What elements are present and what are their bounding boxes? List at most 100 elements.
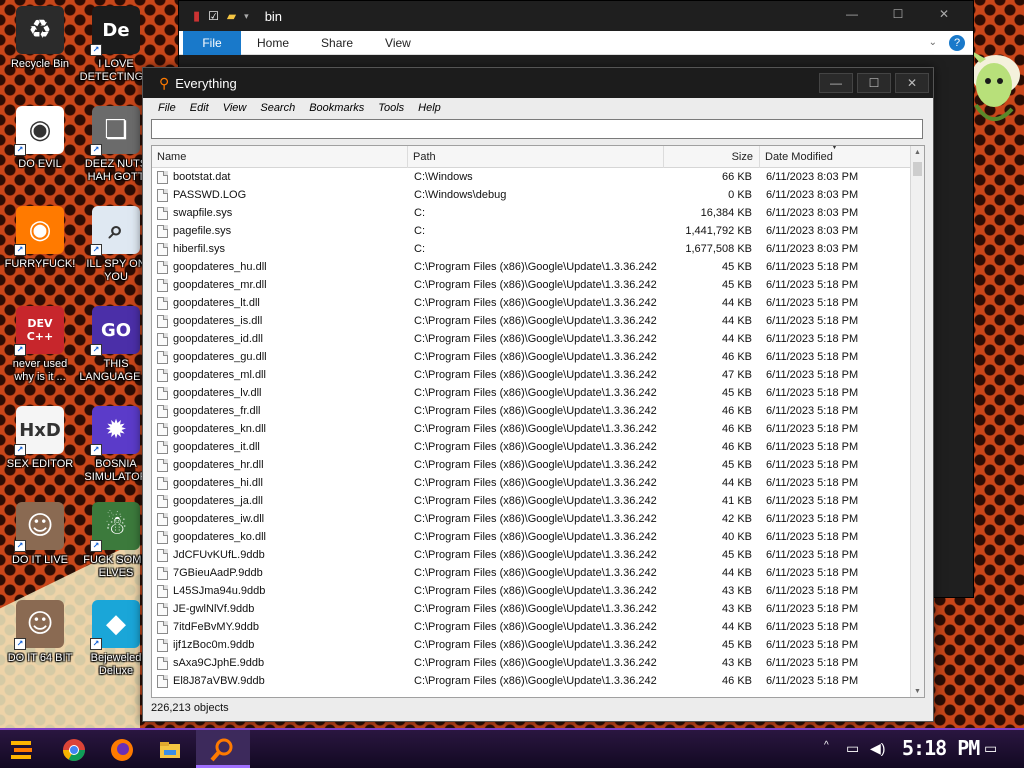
table-row[interactable]: goopdateres_hu.dll C:\Program Files (x86)… xyxy=(152,258,912,276)
cell-date-modified: 6/11/2023 5:18 PM xyxy=(766,549,859,561)
quick-access-properties-icon[interactable]: ☑ xyxy=(208,9,219,23)
vertical-scrollbar[interactable]: ▲ ▼ xyxy=(910,146,924,697)
results-list[interactable]: Name Path Size Date Modified ▼ bootstat.… xyxy=(151,145,925,698)
menu-search[interactable]: Search xyxy=(253,102,302,114)
search-input[interactable] xyxy=(151,119,923,139)
never-used-why-is-it-icon: DEV C++ ↗ xyxy=(14,306,64,356)
menu-edit[interactable]: Edit xyxy=(183,102,216,114)
quick-access-dropdown-icon[interactable]: ▾ xyxy=(244,11,249,22)
explorer-ribbon: File Home Share View ⌄ ? xyxy=(179,30,973,55)
cell-size: 45 KB xyxy=(722,261,752,273)
start-menu-icon[interactable] xyxy=(8,736,36,764)
table-row[interactable]: PASSWD.LOG C:\Windows\debug 0 KB 6/11/2023 … xyxy=(152,186,912,204)
table-row[interactable]: ijf1zBoc0m.9ddb C:\Program Files (x86)\Go… xyxy=(152,636,912,654)
desktop-icon-label: DO EVIL xyxy=(18,158,62,170)
desktop-icon-do-evil[interactable]: ◉ ↗ DO EVIL xyxy=(0,106,80,171)
desktop-icon-do-it-64-bit[interactable]: ☺ ↗ DO IT 64 BIT xyxy=(0,600,80,665)
menu-file[interactable]: File xyxy=(151,102,183,114)
ribbon-expand-icon[interactable]: ⌄ xyxy=(929,37,937,48)
table-row[interactable]: hiberfil.sys C: 1,677,508 KB 6/11/2023 8:03… xyxy=(152,240,912,258)
table-row[interactable]: goopdateres_ml.dll C:\Program Files (x86)… xyxy=(152,366,912,384)
cell-name: goopdateres_ja.dll xyxy=(152,494,408,508)
table-row[interactable]: goopdateres_ja.dll C:\Program Files (x86)… xyxy=(152,492,912,510)
column-header-name[interactable]: Name xyxy=(152,146,408,168)
table-row[interactable]: swapfile.sys C: 16,384 KB 6/11/2023 8:03 PM xyxy=(152,204,912,222)
scroll-down-icon[interactable]: ▼ xyxy=(911,685,924,697)
column-header-path[interactable]: Path xyxy=(408,146,664,168)
desktop-icon-recycle-bin[interactable]: ♻ Recycle Bin xyxy=(0,6,80,71)
table-row[interactable]: goopdateres_is.dll C:\Program Files (x86)… xyxy=(152,312,912,330)
table-row[interactable]: goopdateres_lv.dll C:\Program Files (x86)… xyxy=(152,384,912,402)
table-row[interactable]: pagefile.sys C: 1,441,792 KB 6/11/2023 8:03… xyxy=(152,222,912,240)
desktop-icon-never-used-why-is-it[interactable]: DEV C++ ↗ never used why is it ... xyxy=(0,306,80,384)
ribbon-tab-view[interactable]: View xyxy=(369,36,427,50)
table-row[interactable]: goopdateres_gu.dll C:\Program Files (x86)… xyxy=(152,348,912,366)
i-love-detecting-icon: De ↗ xyxy=(90,6,140,56)
volume-icon[interactable]: ◀) xyxy=(870,740,885,757)
desktop-icon-furryfuck[interactable]: ◉ ↗ FURRYFUCK! xyxy=(0,206,80,271)
file-icon xyxy=(157,656,168,670)
menu-tools[interactable]: Tools xyxy=(371,102,411,114)
chrome-icon[interactable] xyxy=(60,736,88,764)
menu-bookmarks[interactable]: Bookmarks xyxy=(302,102,371,114)
scroll-up-icon[interactable]: ▲ xyxy=(911,146,924,160)
taskbar-clock[interactable]: 5:18 PM xyxy=(902,736,980,760)
table-row[interactable]: goopdateres_it.dll C:\Program Files (x86)… xyxy=(152,438,912,456)
firefox-icon[interactable] xyxy=(108,736,136,764)
network-icon[interactable]: ▭ xyxy=(846,740,859,757)
ribbon-file-tab[interactable]: File xyxy=(183,30,241,55)
table-row[interactable]: goopdateres_mr.dll C:\Program Files (x86)… xyxy=(152,276,912,294)
table-row[interactable]: goopdateres_fr.dll C:\Program Files (x86)… xyxy=(152,402,912,420)
menu-help[interactable]: Help xyxy=(411,102,448,114)
table-row[interactable]: goopdateres_hr.dll C:\Program Files (x86)… xyxy=(152,456,912,474)
minimize-icon[interactable]: — xyxy=(819,73,853,93)
table-row[interactable]: L45SJma94u.9ddb C:\Program Files (x86)\Go… xyxy=(152,582,912,600)
file-icon xyxy=(157,548,168,562)
desktop-icon-do-it-live[interactable]: ☺ ↗ DO IT LIVE xyxy=(0,502,80,567)
cell-name: 7GBieuAadP.9ddb xyxy=(152,566,408,580)
table-row[interactable]: 7GBieuAadP.9ddb C:\Program Files (x86)\Go… xyxy=(152,564,912,582)
table-row[interactable]: El8J87aVBW.9ddb C:\Program Files (x86)\Go… xyxy=(152,672,912,690)
cell-path: C:\Program Files (x86)\Google\Update\1.3… xyxy=(414,441,657,453)
table-row[interactable]: goopdateres_kn.dll C:\Program Files (x86)… xyxy=(152,420,912,438)
table-row[interactable]: goopdateres_lt.dll C:\Program Files (x86)… xyxy=(152,294,912,312)
column-header-size[interactable]: Size xyxy=(664,146,760,168)
show-hidden-icons-icon[interactable]: ^ xyxy=(824,740,829,751)
cell-date-modified: 6/11/2023 5:18 PM xyxy=(766,333,859,345)
maximize-icon[interactable]: ☐ xyxy=(857,73,891,93)
everything-search-icon[interactable] xyxy=(208,736,236,764)
table-row[interactable]: 7itdFeBvMY.9ddb C:\Program Files (x86)\Go… xyxy=(152,618,912,636)
table-row[interactable]: goopdateres_id.dll C:\Program Files (x86)… xyxy=(152,330,912,348)
file-icon xyxy=(157,422,168,436)
desktop-icon-sex-editor[interactable]: HxD ↗ SEX EDITOR xyxy=(0,406,80,471)
file-name: goopdateres_hi.dll xyxy=(173,477,263,489)
table-row[interactable]: JE-gwlNlVf.9ddb C:\Program Files (x86)\Go… xyxy=(152,600,912,618)
table-row[interactable]: JdCFUvKUfL.9ddb C:\Program Files (x86)\Go… xyxy=(152,546,912,564)
file-explorer-icon[interactable] xyxy=(156,736,184,764)
quick-access-folder-icon[interactable]: ▰ xyxy=(227,9,236,23)
scrollbar-thumb[interactable] xyxy=(913,162,922,176)
close-icon[interactable]: ✕ xyxy=(921,7,967,21)
ribbon-tab-home[interactable]: Home xyxy=(241,36,305,50)
help-icon[interactable]: ? xyxy=(949,34,965,51)
everything-title-bar[interactable]: ⚲ Everything — ☐ ✕ xyxy=(143,68,933,98)
close-icon[interactable]: ✕ xyxy=(895,73,929,93)
cell-date-modified: 6/11/2023 5:18 PM xyxy=(766,495,859,507)
cell-name: sAxa9CJphE.9ddb xyxy=(152,656,408,670)
table-row[interactable]: sAxa9CJphE.9ddb C:\Program Files (x86)\Go… xyxy=(152,654,912,672)
menu-view[interactable]: View xyxy=(216,102,254,114)
ribbon-tab-share[interactable]: Share xyxy=(305,36,369,50)
table-row[interactable]: goopdateres_iw.dll C:\Program Files (x86)… xyxy=(152,510,912,528)
notifications-icon[interactable]: ▭ xyxy=(984,740,997,757)
cell-name: goopdateres_kn.dll xyxy=(152,422,408,436)
cell-path: C:\Program Files (x86)\Google\Update\1.3… xyxy=(414,621,657,633)
maximize-icon[interactable]: ☐ xyxy=(875,7,921,21)
file-icon xyxy=(157,602,168,616)
everything-window[interactable]: ⚲ Everything — ☐ ✕ File Edit View Search… xyxy=(142,67,934,722)
explorer-window-title: bin xyxy=(264,8,283,24)
table-row[interactable]: goopdateres_hi.dll C:\Program Files (x86)… xyxy=(152,474,912,492)
minimize-icon[interactable]: — xyxy=(829,7,875,21)
table-row[interactable]: goopdateres_ko.dll C:\Program Files (x86)… xyxy=(152,528,912,546)
table-row[interactable]: bootstat.dat C:\Windows 66 KB 6/11/2023 8:0… xyxy=(152,168,912,186)
file-name: ijf1zBoc0m.9ddb xyxy=(173,639,255,651)
